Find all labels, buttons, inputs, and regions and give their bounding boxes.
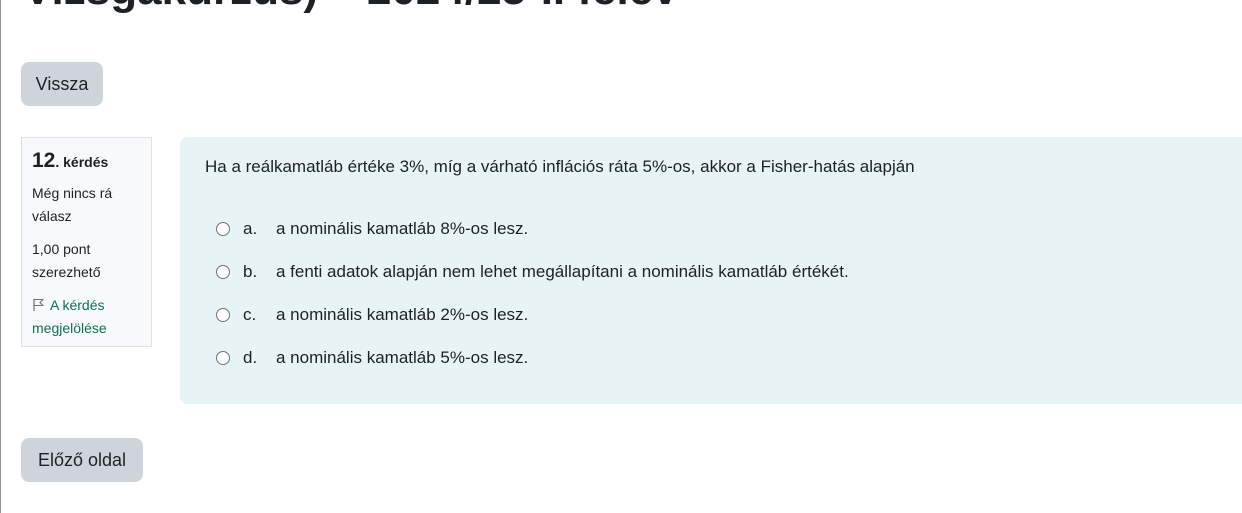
- question-text: Ha a reálkamatláb értéke 3%, míg a várha…: [205, 157, 915, 176]
- answer-text: a nominális kamatláb 8%-os lesz.: [276, 218, 529, 238]
- radio-button[interactable]: [216, 264, 230, 279]
- question-number: 12. kérdés: [32, 148, 141, 176]
- answer-option-d[interactable]: d. a nominális kamatláb 5%-os lesz.: [205, 336, 1230, 379]
- radio-button[interactable]: [216, 350, 230, 365]
- previous-page-button[interactable]: Előző oldal: [21, 438, 143, 482]
- question-number-label: . kérdés: [55, 154, 109, 170]
- answer-letter: a.: [243, 218, 258, 238]
- question-info-panel: 12. kérdés Még nincs rá válasz 1,00 pont…: [21, 137, 152, 347]
- answer-letter: d.: [243, 347, 258, 367]
- answer-text: a nominális kamatláb 2%-os lesz.: [276, 304, 529, 324]
- question-state: Még nincs rá válasz: [32, 185, 113, 224]
- question-number-value: 12: [32, 149, 56, 172]
- answer-option-c[interactable]: c. a nominális kamatláb 2%-os lesz.: [205, 293, 1230, 336]
- flag-question-link[interactable]: A kérdés megjelölése: [32, 294, 141, 340]
- answer-letter: b.: [243, 261, 258, 281]
- page-title: Vizsgakurzus) – 2024/25-I. félév: [23, 0, 678, 14]
- question-content: Ha a reálkamatláb értéke 3%, míg a várha…: [180, 137, 1242, 404]
- answer-text: a nominális kamatláb 5%-os lesz.: [276, 347, 529, 367]
- back-button[interactable]: Vissza: [21, 62, 103, 106]
- radio-button[interactable]: [216, 221, 230, 236]
- answer-option-a[interactable]: a. a nominális kamatláb 8%-os lesz.: [205, 207, 1230, 250]
- radio-button[interactable]: [216, 307, 230, 322]
- answer-text: a fenti adatok alapján nem lehet megálla…: [276, 261, 849, 281]
- answer-option-b[interactable]: b. a fenti adatok alapján nem lehet megá…: [205, 250, 1230, 293]
- flag-icon: [33, 298, 44, 311]
- page: Vizsgakurzus) – 2024/25-I. félév Vissza …: [0, 0, 1242, 513]
- question-grade: 1,00 pont szerezhető: [32, 241, 101, 280]
- answer-letter: c.: [243, 304, 257, 324]
